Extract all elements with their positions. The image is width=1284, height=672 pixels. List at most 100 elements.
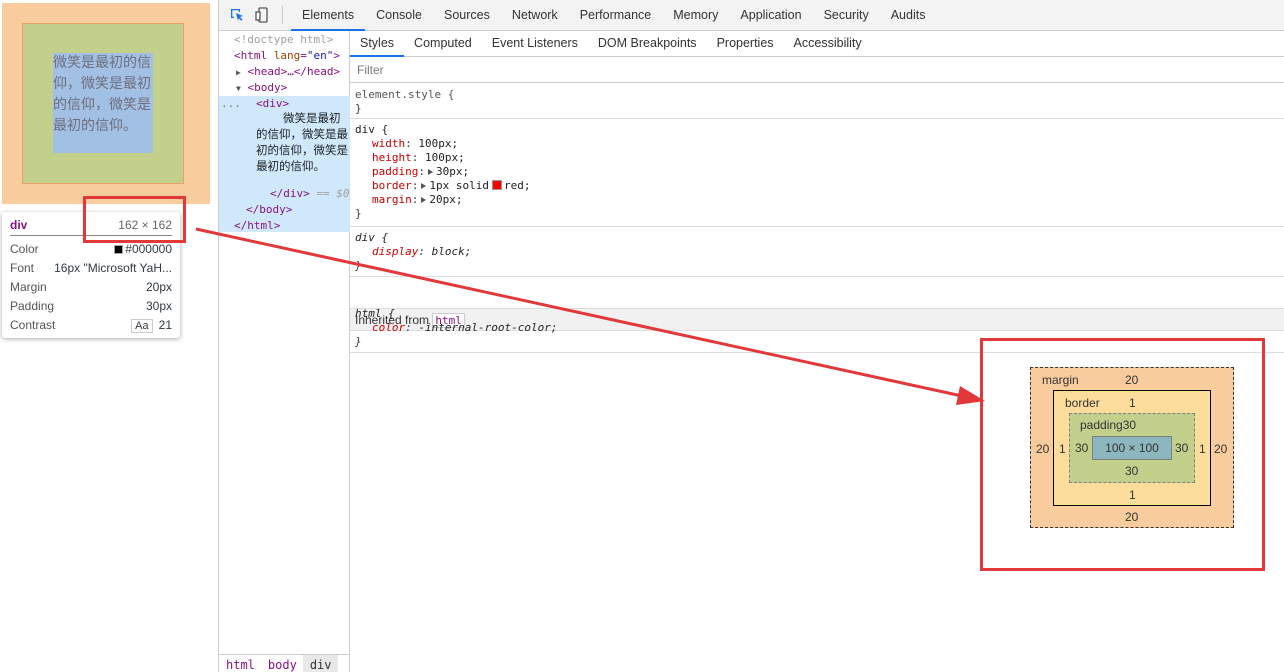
- collapse-arrow-icon[interactable]: ▼: [236, 84, 241, 93]
- breadcrumb-body[interactable]: body: [261, 655, 303, 672]
- box-model-padding[interactable]: padding30 30 30 30 100 × 100: [1069, 413, 1195, 483]
- tooltip-value: Aa 21: [131, 317, 172, 333]
- dom-head[interactable]: ▶ <head>…</head>: [236, 64, 340, 81]
- rule-close: }: [355, 335, 362, 348]
- box-model-border-right[interactable]: 1: [1199, 442, 1206, 456]
- devtools-panel: Elements Console Sources Network Perform…: [218, 0, 1284, 672]
- css-prop-border[interactable]: border: 1px solid red;: [355, 179, 1280, 193]
- breadcrumb-div[interactable]: div: [302, 655, 338, 672]
- dom-body-close[interactable]: </body>: [246, 202, 292, 218]
- css-prop-width[interactable]: width: 100px;: [355, 137, 1280, 151]
- tooltip-key: Contrast: [10, 317, 56, 332]
- expand-arrow-icon[interactable]: [427, 169, 433, 175]
- tooltip-color-value: #000000: [125, 241, 172, 256]
- contrast-value: 21: [158, 317, 172, 332]
- box-model-content[interactable]: 100 × 100: [1092, 436, 1172, 460]
- color-swatch-icon: [114, 244, 124, 254]
- tab-styles[interactable]: Styles: [350, 31, 405, 57]
- tab-performance[interactable]: Performance: [569, 0, 663, 31]
- rule-div[interactable]: div { width: 100px; height: 100px; paddi…: [350, 119, 1284, 227]
- rule-element-style[interactable]: element.style { }: [350, 84, 1284, 119]
- tab-sources[interactable]: Sources: [433, 0, 501, 31]
- dom-doctype[interactable]: <!doctype html>: [234, 32, 333, 48]
- box-model-border-bottom[interactable]: 1: [1129, 488, 1136, 502]
- box-model-margin-label: margin: [1042, 373, 1079, 387]
- breadcrumb: html body div: [219, 654, 350, 672]
- tab-computed[interactable]: Computed: [404, 31, 482, 57]
- expand-arrow-icon[interactable]: ▶: [236, 68, 241, 77]
- tooltip-key: Font: [10, 260, 35, 275]
- tooltip-row-contrast: Contrast Aa 21: [10, 315, 172, 334]
- rule-close: }: [355, 102, 362, 115]
- page-preview: 微笑是最初的信仰，微笑是最初的信仰，微笑是最初的信仰。 div 162 × 16…: [0, 0, 218, 672]
- tooltip-value: 30px: [145, 298, 172, 313]
- rule-selector: html {: [355, 307, 395, 320]
- color-swatch-icon[interactable]: [491, 180, 502, 190]
- preview-div-text: 微笑是最初的信仰，微笑是最初的信仰，微笑是最初的信仰。: [53, 55, 151, 134]
- prop-value: 100px;: [425, 151, 465, 164]
- prop-value: 100px;: [418, 137, 459, 150]
- tab-application[interactable]: Application: [729, 0, 812, 31]
- box-model-margin-left[interactable]: 20: [1036, 442, 1049, 456]
- tooltip-value: 16px "Microsoft YaH...: [54, 260, 172, 275]
- dom-html-open[interactable]: <html lang="en">: [234, 48, 340, 64]
- tooltip-row-margin: Margin 20px: [10, 277, 172, 296]
- css-prop-height[interactable]: height: 100px;: [355, 151, 1280, 165]
- expand-arrow-icon[interactable]: [421, 197, 427, 203]
- tooltip-key: Padding: [10, 298, 55, 313]
- contrast-badge: Aa: [131, 318, 153, 333]
- tab-security[interactable]: Security: [813, 0, 880, 31]
- box-model-margin[interactable]: margin 20 20 20 20 border 1 1 1 1 paddin…: [1030, 367, 1234, 528]
- dom-console-ref: == $0: [316, 187, 350, 200]
- rule-selector: element.style {: [355, 88, 455, 101]
- dom-div-text[interactable]: 微笑是最初的信仰，微笑是最初的信仰，微笑是最初的信仰。: [256, 110, 350, 174]
- box-model-margin-right[interactable]: 20: [1214, 442, 1227, 456]
- tab-audits[interactable]: Audits: [880, 0, 937, 31]
- dom-body-open[interactable]: ▼ <body>: [236, 80, 287, 97]
- dom-div-close[interactable]: </div> == $0: [270, 186, 350, 202]
- box-model-padding-left[interactable]: 30: [1075, 441, 1088, 455]
- tab-elements[interactable]: Elements: [291, 0, 366, 31]
- tab-accessibility[interactable]: Accessibility: [784, 31, 872, 57]
- tab-network[interactable]: Network: [501, 0, 569, 31]
- prop-value: -internal-root-color;: [418, 321, 558, 334]
- tooltip-tag: div: [10, 218, 28, 232]
- tooltip-row-font: Font 16px "Microsoft YaH...: [10, 258, 172, 277]
- tab-event-listeners[interactable]: Event Listeners: [482, 31, 588, 57]
- css-prop-padding[interactable]: padding: 30px;: [355, 165, 1280, 179]
- box-model-margin-bottom[interactable]: 20: [1125, 510, 1138, 524]
- tab-dom-breakpoints[interactable]: DOM Breakpoints: [588, 31, 707, 57]
- tab-console[interactable]: Console: [365, 0, 433, 31]
- box-model-margin-top[interactable]: 20: [1125, 373, 1138, 387]
- rule-user-agent-div[interactable]: div { display: block; }: [350, 227, 1284, 277]
- tab-memory[interactable]: Memory: [662, 0, 729, 31]
- prop-value: 30px;: [435, 165, 470, 178]
- prop-name: display: [372, 245, 419, 258]
- prop-name: padding: [372, 165, 419, 178]
- expand-arrow-icon[interactable]: [421, 183, 427, 189]
- dom-more-icon[interactable]: ...: [221, 96, 241, 112]
- css-prop-display: display: block;: [372, 245, 472, 258]
- box-model-border-top[interactable]: 1: [1129, 396, 1136, 410]
- css-prop-color[interactable]: color: -internal-root-color;: [355, 321, 1280, 335]
- device-toolbar-icon[interactable]: [250, 0, 276, 30]
- prop-name: border: [372, 179, 412, 192]
- box-model-padding-bottom[interactable]: 30: [1125, 464, 1138, 478]
- breadcrumb-html[interactable]: html: [219, 655, 261, 672]
- rule-selector: div {: [355, 123, 389, 136]
- dom-html-close[interactable]: </html>: [234, 218, 280, 234]
- dom-attr-value: "en": [306, 49, 334, 62]
- inspect-element-icon[interactable]: [224, 0, 250, 30]
- css-prop-margin[interactable]: margin: 20px;: [355, 193, 1280, 207]
- box-model-border[interactable]: border 1 1 1 1 padding30 30 30 30 100 × …: [1053, 390, 1211, 506]
- tab-properties[interactable]: Properties: [707, 31, 784, 57]
- box-model-border-left[interactable]: 1: [1059, 442, 1066, 456]
- prop-value: 1px solid: [429, 179, 489, 192]
- prop-name: margin: [372, 193, 412, 206]
- prop-name: color: [372, 321, 406, 334]
- box-model-padding-right[interactable]: 30: [1175, 441, 1188, 455]
- sidebar-tabbar: Styles Computed Event Listeners DOM Brea…: [350, 31, 1284, 57]
- rule-close: }: [355, 259, 362, 272]
- styles-filter-input[interactable]: Filter: [350, 57, 1284, 83]
- toolbar-divider: [282, 6, 283, 24]
